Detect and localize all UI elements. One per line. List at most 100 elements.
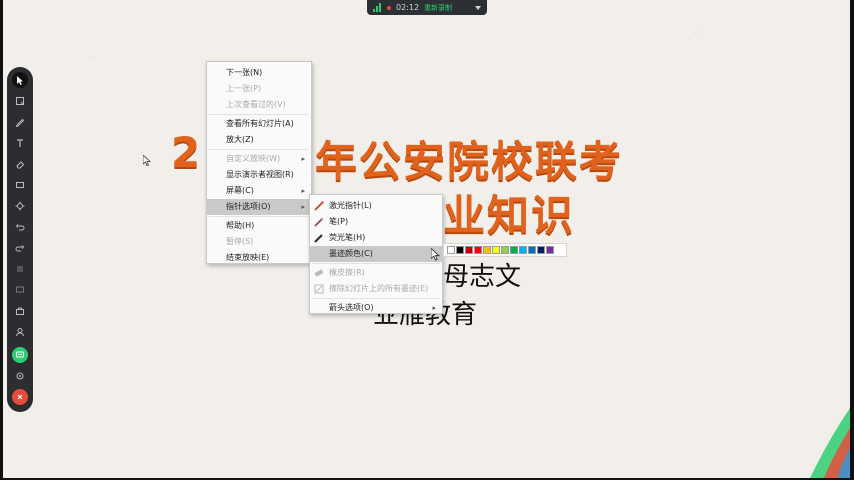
toolbar-button[interactable]	[12, 282, 28, 298]
ink-color-swatch[interactable]	[510, 246, 518, 254]
toolbar-button[interactable]	[12, 303, 28, 319]
menu-item-label: 上次查看过的(V)	[226, 100, 286, 109]
close-icon	[17, 394, 23, 400]
menu-item: 上一张(P)	[207, 81, 311, 97]
menu-item-label: 暂停(S)	[226, 237, 254, 246]
laser-pointer-icon	[314, 201, 324, 211]
menu-item-label: 下一张(N)	[226, 68, 263, 77]
toolbar-button[interactable]	[12, 261, 28, 277]
recording-bar: 02:12 重新录制	[367, 0, 487, 15]
toolbar-button[interactable]	[12, 177, 28, 193]
toolbar-button[interactable]	[12, 219, 28, 235]
menu-item-label: 屏幕(C)	[226, 186, 254, 195]
screen-icon	[16, 286, 24, 293]
menu-item[interactable]: 显示演示者视图(R)	[207, 167, 311, 183]
menu-item[interactable]: 屏幕(C) ▸	[207, 183, 311, 199]
select-pointer-icon	[17, 76, 23, 85]
toolbar-button[interactable]	[12, 240, 28, 256]
submenu-item[interactable]: 激光指针(L)	[310, 198, 442, 214]
eraser-icon	[314, 269, 324, 277]
slide-title-line2: 业知识	[443, 191, 576, 240]
signal-icon	[373, 3, 382, 12]
slide-title-line1-start: 2	[171, 128, 203, 177]
submenu-item[interactable]: 墨迹颜色(C)▸	[310, 246, 442, 262]
menu-separator	[209, 149, 309, 150]
menu-separator	[312, 298, 440, 299]
ink-color-swatch[interactable]	[519, 246, 527, 254]
submenu-item[interactable]: 笔(P)	[310, 214, 442, 230]
menu-item: 上次查看过的(V)	[207, 97, 311, 113]
ink-color-swatch[interactable]	[537, 246, 545, 254]
toolbar-button[interactable]	[12, 368, 28, 384]
pointer-options-submenu: 激光指针(L)笔(P)荧光笔(H)墨迹颜色(C)▸橡皮擦(R)擦除幻灯片上的所有…	[309, 194, 443, 314]
toolbar-button[interactable]	[12, 198, 28, 214]
slide-canvas[interactable]: ··· ··· 2 年公安院校联考 业知识 母志文 业雁教育 下一张(N) 上一张…	[3, 0, 850, 478]
menu-item[interactable]: 下一张(N)	[207, 65, 311, 81]
menu-item-label: 放大(Z)	[226, 135, 254, 144]
ink-color-swatch[interactable]	[456, 246, 464, 254]
menu-item-label: 指针选项(O)	[226, 202, 271, 211]
slide-title-line1: 年公安院校联考	[315, 137, 624, 186]
menu-item-label: 自定义放映(W)	[226, 154, 281, 163]
toolbar-button[interactable]	[12, 156, 28, 172]
menu-item[interactable]: 帮助(H)	[207, 218, 311, 234]
submenu-item-label: 笔(P)	[329, 217, 349, 226]
submenu-arrow-icon: ▸	[432, 304, 436, 312]
redo-icon	[15, 245, 25, 252]
menu-item[interactable]: 指针选项(O) ▸	[207, 199, 311, 215]
ink-color-swatch[interactable]	[465, 246, 473, 254]
toolbar-button[interactable]	[12, 135, 28, 151]
ink-color-swatch[interactable]	[483, 246, 491, 254]
ink-color-swatch[interactable]	[492, 246, 500, 254]
submenu-item-label: 激光指针(L)	[329, 201, 372, 210]
rerecord-button[interactable]: 重新录制	[424, 3, 452, 13]
erase-all-icon	[314, 284, 324, 294]
submenu-item-label: 擦除幻灯片上的所有墨迹(E)	[329, 284, 429, 293]
watermark: ···	[692, 29, 700, 38]
toolbar-button[interactable]	[12, 114, 28, 130]
settings-icon	[16, 372, 24, 380]
menu-item[interactable]: 放大(Z)	[207, 132, 311, 148]
menu-separator	[209, 216, 309, 217]
decorative-curve-icon	[810, 408, 850, 478]
menu-item-label: 帮助(H)	[226, 221, 255, 230]
submenu-item-label: 墨迹颜色(C)	[329, 249, 373, 258]
toolbar-button[interactable]	[12, 347, 28, 363]
menu-separator	[209, 114, 309, 115]
submenu-item[interactable]: 荧光笔(H)	[310, 230, 442, 246]
mouse-cursor-icon	[143, 155, 151, 166]
ink-color-swatch[interactable]	[528, 246, 536, 254]
ink-color-swatch[interactable]	[501, 246, 509, 254]
screen: ··· ··· 2 年公安院校联考 业知识 母志文 业雁教育 下一张(N) 上一张…	[0, 0, 854, 480]
user-icon	[16, 328, 24, 337]
submenu-arrow-icon: ▸	[301, 155, 305, 163]
annotation-toolbar	[7, 67, 33, 412]
menu-item: 自定义放映(W) ▸	[207, 151, 311, 167]
chevron-down-icon[interactable]	[475, 5, 481, 10]
text-icon	[17, 139, 23, 147]
chat-icon	[16, 351, 24, 358]
toolbar-button[interactable]	[12, 389, 28, 405]
toolbar-button[interactable]	[12, 324, 28, 340]
submenu-item-label: 箭头选项(O)	[329, 303, 374, 312]
toolbar-button[interactable]	[12, 72, 28, 88]
pen-icon	[314, 217, 324, 227]
watermark: ···	[90, 54, 98, 63]
ink-color-swatch[interactable]	[447, 246, 455, 254]
menu-item: 暂停(S)	[207, 234, 311, 250]
select-rect-icon	[16, 97, 25, 106]
menu-item-label: 查看所有幻灯片(A)	[226, 119, 294, 128]
mouse-cursor-icon	[431, 248, 440, 261]
submenu-item[interactable]: 箭头选项(O) ▸	[310, 300, 442, 316]
ink-color-swatch[interactable]	[474, 246, 482, 254]
menu-item[interactable]: 查看所有幻灯片(A)	[207, 116, 311, 132]
pen-icon	[15, 118, 25, 127]
ink-color-swatch[interactable]	[546, 246, 554, 254]
recording-dot-icon	[387, 5, 391, 10]
briefcase-icon	[16, 307, 24, 315]
toolbar-button[interactable]	[12, 93, 28, 109]
menu-separator	[312, 263, 440, 264]
menu-item[interactable]: 结束放映(E)	[207, 250, 311, 266]
context-menu: 下一张(N) 上一张(P) 上次查看过的(V) 查看所有幻灯片(A) 放大(Z) 自定义放…	[206, 61, 312, 264]
rectangle-icon	[16, 182, 24, 188]
